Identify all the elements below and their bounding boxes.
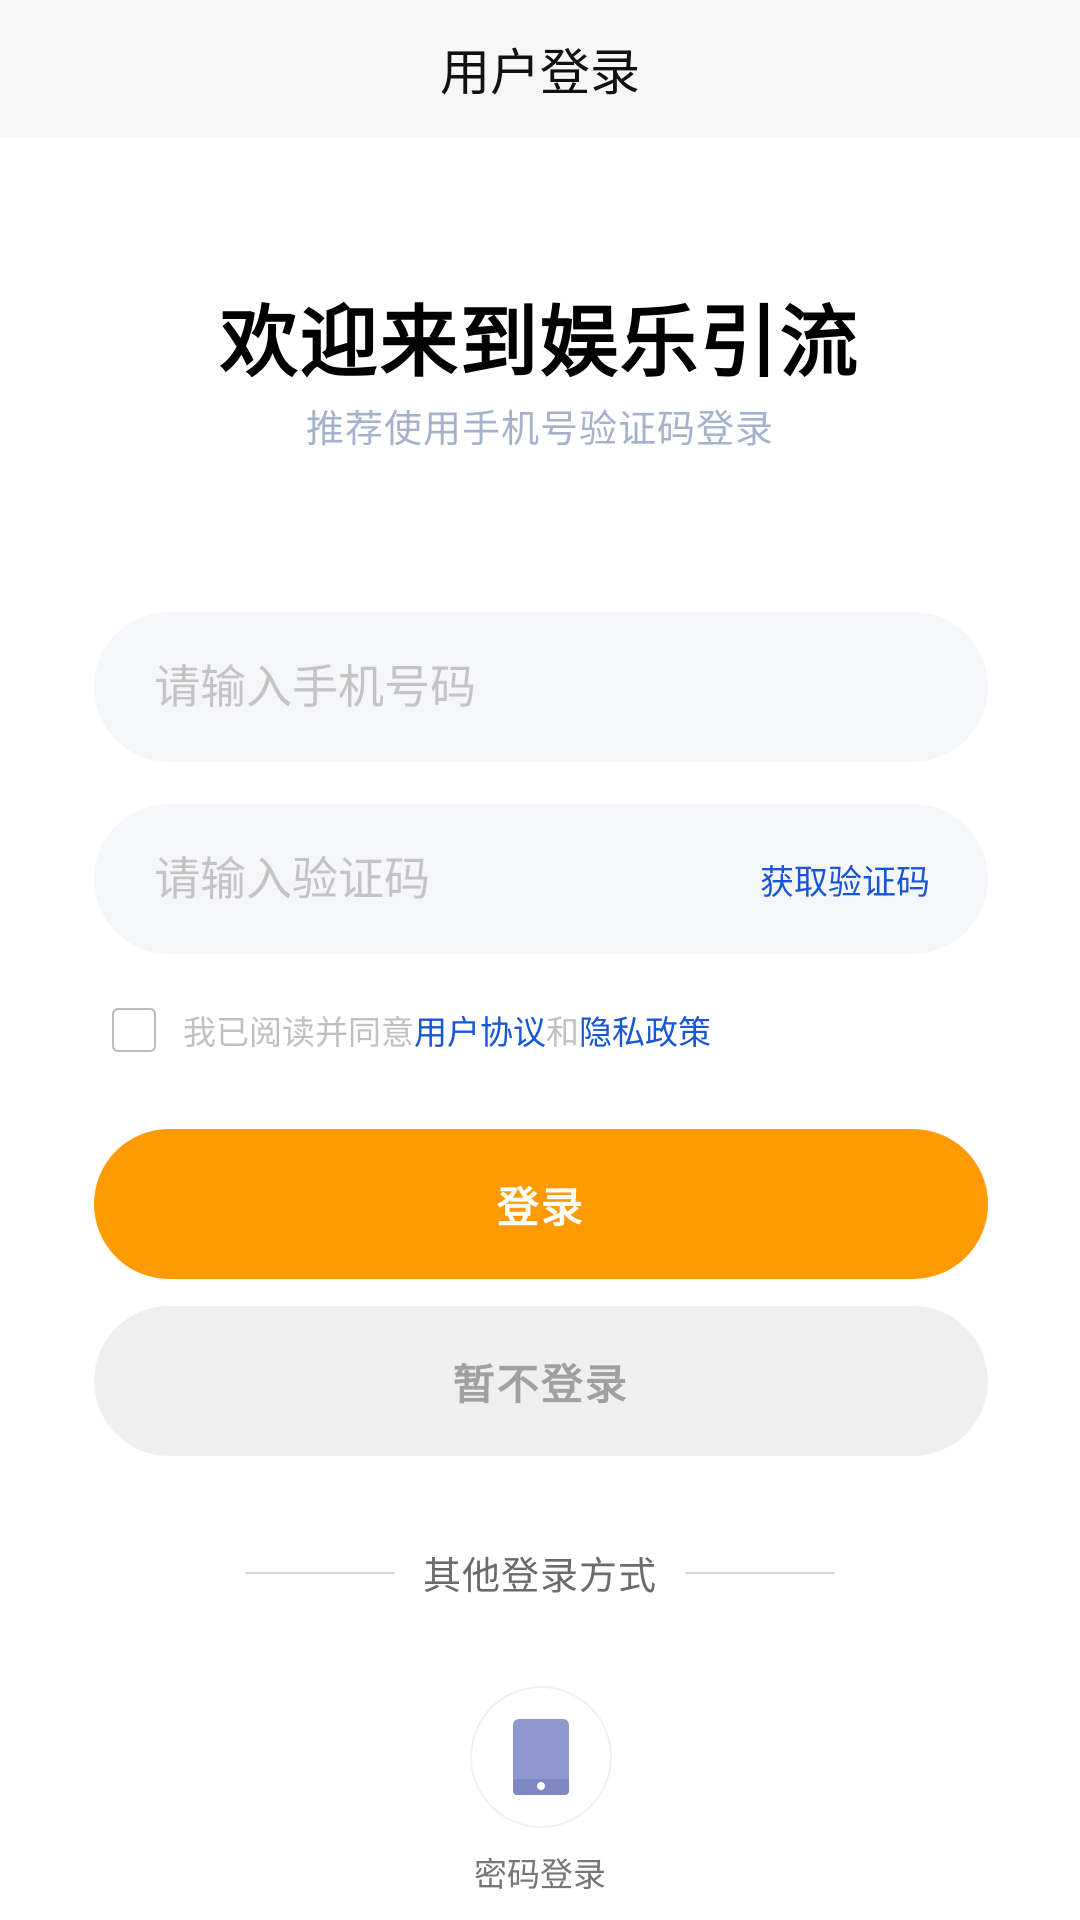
agreement-checkbox[interactable] xyxy=(112,1008,156,1052)
get-code-button[interactable]: 获取验证码 xyxy=(760,855,930,904)
skip-login-button[interactable]: 暂不登录 xyxy=(94,1306,988,1456)
nav-bar: 用户登录 xyxy=(0,0,1080,138)
phone-input[interactable] xyxy=(152,659,930,715)
welcome-subtitle: 推荐使用手机号验证码登录 xyxy=(305,407,774,451)
login-button[interactable]: 登录 xyxy=(94,1129,988,1279)
password-login-button[interactable] xyxy=(470,1686,612,1828)
phone-icon xyxy=(513,1719,569,1795)
phone-field[interactable] xyxy=(94,612,988,762)
divider-line-left xyxy=(244,1571,395,1574)
agreement-row: 我已阅读并同意 用户协议 和 隐私政策 xyxy=(112,1006,711,1054)
verification-code-input[interactable] xyxy=(152,851,760,907)
agreement-prefix: 我已阅读并同意 xyxy=(183,1013,414,1052)
welcome-title: 欢迎来到娱乐引流 xyxy=(219,298,860,388)
code-field[interactable]: 获取验证码 xyxy=(94,804,988,954)
other-login-title: 其他登录方式 xyxy=(422,1554,657,1598)
divider-line-right xyxy=(685,1571,835,1574)
agreement-and: 和 xyxy=(546,1013,579,1052)
user-agreement-link[interactable]: 用户协议 xyxy=(414,1006,546,1054)
password-login-label: 密码登录 xyxy=(474,1855,606,1894)
other-login-divider: 其他登录方式 xyxy=(0,1545,1080,1600)
privacy-policy-link[interactable]: 隐私政策 xyxy=(579,1006,711,1054)
page-title: 用户登录 xyxy=(440,44,640,102)
